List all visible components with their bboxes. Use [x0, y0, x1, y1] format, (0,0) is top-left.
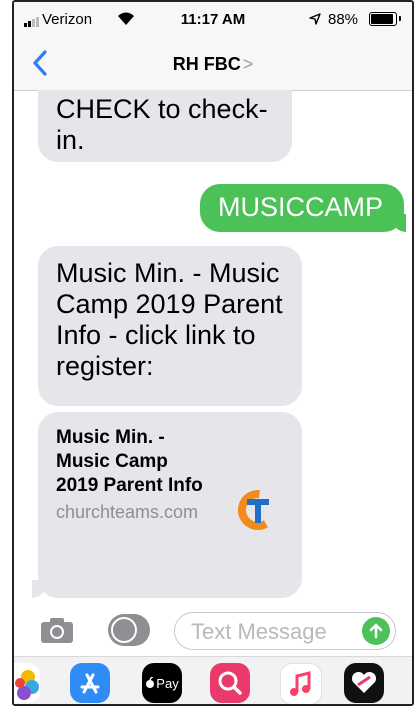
phone-screen: Verizon 11:17 AM 88% RH FBC > CHECK to ch…: [12, 0, 414, 706]
link-preview-title: Music Min. - Music Camp 2019 Parent Info: [56, 427, 203, 496]
send-arrow-icon: [369, 623, 383, 639]
message-bubble-outgoing: MUSICCAMP: [200, 184, 404, 232]
app-store-app-button[interactable]: [70, 663, 110, 703]
contact-name-label: RH FBC: [172, 54, 241, 74]
details-chevron-icon: >: [242, 54, 254, 74]
contact-name[interactable]: RH FBC >: [14, 54, 412, 75]
message-input[interactable]: [189, 617, 353, 647]
app-drawer: Pay: [14, 656, 412, 704]
location-arrow-icon: [309, 13, 321, 25]
bubble-tail: [392, 214, 406, 232]
music-icon: [290, 671, 311, 696]
search-images-app-button[interactable]: [210, 663, 250, 703]
bubble-tail: [32, 580, 46, 598]
apple-pay-app-button[interactable]: Pay: [142, 663, 182, 703]
heart-icon: [351, 671, 377, 693]
message-bubble-incoming: Music Min. - Music Camp 2019 Parent Info…: [38, 246, 302, 406]
status-bar: Verizon 11:17 AM 88%: [14, 2, 412, 36]
digital-touch-app-button[interactable]: [344, 663, 384, 703]
camera-icon[interactable]: [40, 616, 74, 644]
music-app-button[interactable]: [280, 663, 322, 704]
battery-icon: [369, 12, 401, 26]
message-field[interactable]: [174, 612, 396, 650]
battery-percent: 88%: [328, 11, 359, 28]
app-store-icon: [111, 617, 137, 643]
photos-app-button[interactable]: [14, 663, 40, 703]
churchteams-logo: [238, 490, 278, 530]
send-button[interactable]: [362, 617, 390, 645]
apple-pay-icon: [146, 677, 155, 688]
apple-pay-label: Pay: [156, 675, 179, 691]
link-preview-domain: churchteams.com: [56, 502, 199, 522]
message-input-bar: [14, 602, 412, 656]
link-preview-card[interactable]: Music Min. - Music Camp 2019 Parent Info…: [38, 412, 302, 598]
app-store-icon: [80, 673, 100, 694]
photos-icon: [15, 670, 39, 700]
app-store-drawer-button[interactable]: [108, 614, 150, 646]
search-icon: [218, 671, 242, 695]
message-bubble-incoming: CHECK to check-in.: [38, 90, 292, 162]
message-list[interactable]: CHECK to check-in. MUSICCAMP Music Min. …: [14, 90, 412, 600]
conversation-header: RH FBC >: [14, 36, 412, 91]
